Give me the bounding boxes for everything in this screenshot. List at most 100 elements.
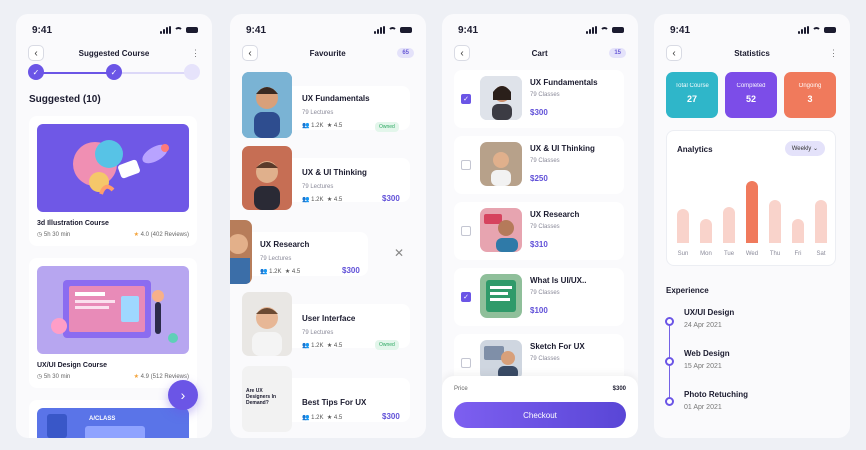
- chevron-left-icon: ‹: [34, 47, 38, 59]
- students-icon: 👥: [260, 269, 268, 275]
- course-card[interactable]: UX/UI Design Course ◷ 5h 30 min ★ 4.9 (5…: [29, 258, 197, 388]
- next-button[interactable]: ›: [168, 380, 198, 410]
- price-label: Price: [454, 386, 468, 392]
- checkbox-checked[interactable]: ✓: [461, 292, 471, 302]
- back-button[interactable]: ‹: [28, 45, 44, 61]
- course-thumbnail: [480, 340, 522, 380]
- course-title: UX Research: [530, 210, 580, 219]
- chart-bar-tue: [723, 207, 735, 243]
- article-thumbnail-text: Are UX Designers In Demand?: [246, 388, 277, 406]
- check-icon: ✓: [463, 96, 469, 103]
- course-image-panel: [85, 426, 145, 438]
- course-title: Sketch For UX: [530, 342, 585, 351]
- timeline-dot: [665, 357, 674, 366]
- stat-value: 27: [686, 94, 697, 104]
- chart-bar-mon: [700, 219, 712, 243]
- wifi-icon: [600, 27, 609, 33]
- chart-bar-sun: [677, 209, 689, 243]
- more-icon[interactable]: ⋮: [184, 48, 200, 59]
- back-button[interactable]: ‹: [454, 45, 470, 61]
- stat-label: Total Course: [675, 83, 709, 89]
- star-icon: ★: [326, 343, 333, 349]
- analytics-card: Analytics Weekly ⌄ Sun Mon Tue Wed Thu Fri Sat: [666, 130, 836, 266]
- chevron-left-icon: ‹: [248, 47, 252, 59]
- page-title: Cart: [531, 48, 548, 58]
- page-title: Suggested Course: [78, 48, 150, 58]
- course-stats: 👥 1.2K ★ 4.5: [302, 123, 343, 129]
- chart-day-label: Wed: [745, 251, 759, 257]
- course-image-3d: [37, 124, 189, 212]
- count-badge: 15: [609, 48, 626, 58]
- chart-day-label: Mon: [700, 251, 712, 257]
- period-dropdown[interactable]: Weekly ⌄: [784, 141, 825, 156]
- chevron-left-icon: ‹: [672, 47, 676, 59]
- checkout-button[interactable]: Checkout: [454, 402, 626, 428]
- more-icon[interactable]: ⋮: [822, 48, 838, 59]
- course-image-uxui: [37, 266, 189, 354]
- battery-icon: [186, 27, 198, 33]
- chevron-right-icon: ›: [180, 387, 186, 403]
- instructor-thumbnail: [242, 72, 292, 138]
- course-classes: 79 Classes: [530, 92, 560, 98]
- course-duration: ◷ 5h 30 min: [37, 374, 71, 380]
- course-title: Best Tips For UX: [302, 398, 367, 407]
- battery-icon: [400, 27, 412, 33]
- stat-card-total[interactable]: Total Course 27: [666, 72, 718, 118]
- stat-card-completed[interactable]: Completed 52: [725, 72, 777, 118]
- experience-title-item: Photo Retuching: [684, 390, 748, 399]
- stat-label: Ongoing: [798, 83, 822, 89]
- status-bar: 9:41: [670, 24, 836, 36]
- star-icon: ★: [133, 232, 139, 238]
- star-icon: ★: [326, 415, 333, 421]
- stat-label: Completed: [736, 83, 766, 89]
- course-title: UX & UI Thinking: [530, 144, 595, 153]
- status-time: 9:41: [670, 24, 691, 36]
- course-stats: 👥 1.2K ★ 4.5: [302, 343, 343, 349]
- course-price: $310: [530, 240, 548, 249]
- course-lectures: 79 Lectures: [302, 110, 334, 116]
- course-title: UX Fundamentals: [302, 94, 370, 103]
- course-image-label: A/CLASS: [89, 416, 116, 422]
- course-title: UX Fundamentals: [530, 78, 598, 87]
- chart-bar-thu: [769, 200, 781, 243]
- checkbox[interactable]: [461, 160, 471, 170]
- status-icons: [798, 26, 836, 34]
- course-thumbnail: [480, 274, 522, 318]
- navbar: ‹ Cart 15: [454, 45, 626, 61]
- status-icons: [586, 26, 624, 34]
- timeline-dot: [665, 317, 674, 326]
- step-3: [184, 64, 200, 80]
- owned-badge: Owned: [375, 340, 399, 350]
- course-card[interactable]: 3d Illustration Course ◷ 5h 30 min ★ 4.0…: [29, 116, 197, 246]
- clock-icon: ◷: [37, 232, 43, 238]
- students-icon: 👥: [302, 415, 310, 421]
- back-button[interactable]: ‹: [242, 45, 258, 61]
- checkbox-checked[interactable]: ✓: [461, 94, 471, 104]
- course-lectures: 79 Lectures: [260, 256, 292, 262]
- check-icon: ✓: [463, 294, 469, 301]
- navbar: ‹ Suggested Course ⋮: [28, 45, 200, 61]
- star-icon: ★: [284, 269, 291, 275]
- back-button[interactable]: ‹: [666, 45, 682, 61]
- suggested-course-screen: 9:41 ‹ Suggested Course ⋮ ✓ ✓ Suggested …: [16, 14, 212, 438]
- chart-bar-fri: [792, 219, 804, 243]
- stat-card-ongoing[interactable]: Ongoing 3: [784, 72, 836, 118]
- course-name: UX/UI Design Course: [37, 362, 108, 369]
- course-stats: 👥 1.2K ★ 4.5: [260, 269, 301, 275]
- course-thumbnail: [480, 142, 522, 186]
- wifi-icon: [174, 27, 183, 33]
- status-bar: 9:41: [458, 24, 624, 36]
- page-title: Favourite: [309, 48, 346, 58]
- navbar: ‹ Favourite 65: [242, 45, 414, 61]
- stat-value: 3: [807, 94, 813, 104]
- checkbox[interactable]: [461, 226, 471, 236]
- checkbox[interactable]: [461, 358, 471, 368]
- stat-value: 52: [745, 94, 756, 104]
- timeline-dot: [665, 397, 674, 406]
- page-title: Statistics: [734, 48, 770, 58]
- remove-icon[interactable]: ✕: [394, 246, 404, 260]
- step-2-check-icon: ✓: [106, 64, 122, 80]
- chart-day-label: Sat: [816, 251, 826, 257]
- course-rating: ★ 4.0 (402 Reviews): [133, 232, 189, 238]
- wifi-icon: [388, 27, 397, 33]
